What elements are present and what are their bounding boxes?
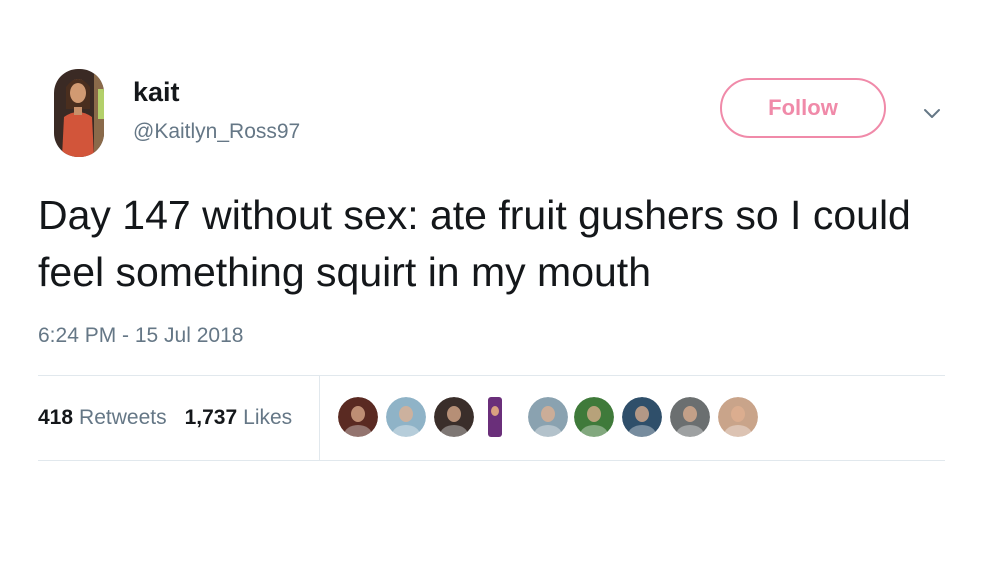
- liker-avatar-icon[interactable]: [488, 397, 502, 437]
- liker-avatar-icon[interactable]: [338, 397, 378, 437]
- liker-avatar-icon[interactable]: [718, 397, 758, 437]
- retweets-stat[interactable]: 418 Retweets: [38, 405, 167, 431]
- divider: [38, 460, 945, 461]
- liker-avatar-icon[interactable]: [670, 397, 710, 437]
- retweets-count: 418: [38, 406, 74, 429]
- liker-avatar-icon[interactable]: [574, 397, 614, 437]
- liker-avatar-icon[interactable]: [434, 397, 474, 437]
- likes-count: 1,737: [184, 406, 238, 429]
- retweets-label: Retweets: [79, 406, 167, 429]
- user-avatar[interactable]: [54, 69, 104, 157]
- divider: [38, 375, 945, 376]
- tweet-card: kait @Kaitlyn_Ross97 Follow Day 147 with…: [0, 0, 1000, 565]
- liker-avatar-icon[interactable]: [528, 397, 568, 437]
- profile-photo-icon: [54, 69, 104, 157]
- tweet-text: Day 147 without sex: ate fruit gushers s…: [38, 192, 911, 295]
- follow-button[interactable]: Follow: [720, 78, 886, 138]
- display-name[interactable]: kait: [133, 76, 180, 108]
- likes-label: Likes: [243, 406, 293, 429]
- user-handle[interactable]: @Kaitlyn_Ross97: [133, 119, 300, 145]
- stats-separator: [319, 376, 320, 460]
- tweet-timestamp[interactable]: 6:24 PM - 15 Jul 2018: [38, 323, 243, 349]
- likes-stat[interactable]: 1,737 Likes: [185, 405, 293, 431]
- liker-avatar-icon[interactable]: [386, 397, 426, 437]
- tweet-stats: 418 Retweets 1,737 Likes: [38, 405, 292, 431]
- chevron-down-icon[interactable]: [918, 100, 946, 128]
- liker-avatar-icon[interactable]: [622, 397, 662, 437]
